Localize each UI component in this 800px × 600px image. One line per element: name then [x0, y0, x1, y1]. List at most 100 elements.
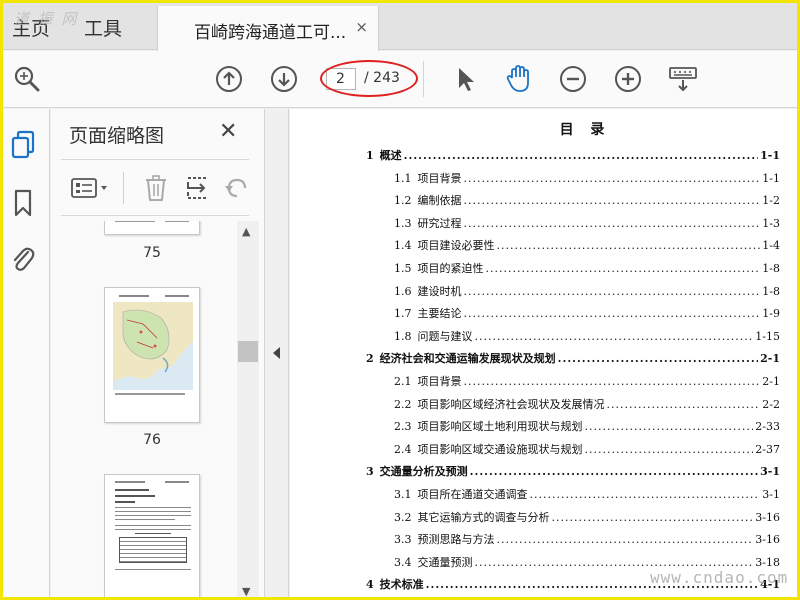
- toc-entry[interactable]: 3.3 预测思路与方法 3-16: [394, 531, 780, 549]
- toc-entry-number: 2.4: [394, 442, 412, 456]
- main-toolbar: 2 / 243: [0, 51, 800, 108]
- toc-entry[interactable]: 2.4 项目影响区域交通设施现状与规划 2-37: [394, 441, 780, 459]
- toc-entry[interactable]: 1.4 项目建设必要性 1-4: [394, 237, 780, 255]
- toc-entry-number: 1.3: [394, 216, 412, 230]
- toc-entry[interactable]: 1.5 项目的紧迫性 1-8: [394, 260, 780, 278]
- zoom-out-icon[interactable]: [558, 64, 588, 94]
- toc-entry[interactable]: 2.3 项目影响区域土地利用现状与规划 2-33: [394, 418, 780, 436]
- toc-entry-text: 项目影响区域交通设施现状与规划: [417, 442, 583, 456]
- thumbnail-page[interactable]: [104, 221, 200, 235]
- toc-entry-page: 3-1: [760, 465, 780, 479]
- toc-entry[interactable]: 2.2 项目影响区域经济社会现状及发展情况 2-2: [394, 396, 780, 414]
- collapse-panel-arrow-icon[interactable]: [273, 347, 280, 359]
- thumbnail-page[interactable]: [104, 474, 200, 600]
- toc-entry[interactable]: 1.6 建设时机 1-8: [394, 283, 780, 301]
- toc-entry[interactable]: 3 交通量分析及预测 3-1: [366, 463, 780, 481]
- toc-entry-text: 交通量分析及预测: [379, 465, 468, 479]
- toc-entry-number: 1.8: [394, 329, 412, 343]
- toc-leader-dots: [558, 352, 758, 365]
- tab-tools[interactable]: 工具: [84, 14, 122, 41]
- highlight-ellipse: [320, 60, 418, 97]
- toc-entry-page: 2-1: [760, 352, 780, 366]
- scroll-down-arrow-icon[interactable]: ▼: [242, 585, 250, 598]
- page-thumbnails-icon[interactable]: [8, 129, 38, 161]
- toc-leader-dots: [470, 465, 758, 478]
- toc-entry-page: 3-18: [755, 555, 780, 569]
- panel-splitter[interactable]: [264, 109, 289, 600]
- rotate-page-icon[interactable]: [223, 173, 249, 203]
- toc-entry[interactable]: 1.2 编制依据 1-2: [394, 192, 780, 210]
- toc-entry-text: 项目背景: [417, 171, 462, 185]
- toc-entry[interactable]: 1.7 主要结论 1-9: [394, 305, 780, 323]
- toc-entry-number: 4: [366, 578, 374, 592]
- toc-leader-dots: [464, 172, 761, 185]
- thumbnail-scrollbar[interactable]: ▲ ▼: [237, 221, 259, 600]
- bookmark-icon[interactable]: [8, 187, 38, 219]
- page-down-icon[interactable]: [269, 64, 299, 94]
- watermark-top-left: 道 振 网: [14, 10, 79, 28]
- toc-leader-dots: [497, 533, 754, 546]
- select-cursor-icon[interactable]: [450, 64, 480, 94]
- toc-entry[interactable]: 3.2 其它运输方式的调查与分析 3-16: [394, 509, 780, 527]
- delete-page-icon[interactable]: [141, 173, 171, 203]
- toc-entry[interactable]: 3.1 项目所在通道交通调查 3-1: [394, 486, 780, 504]
- hand-tool-icon[interactable]: [504, 64, 534, 94]
- toc-leader-dots: [552, 511, 754, 524]
- toc-entry-page: 1-4: [762, 239, 780, 253]
- thumbnail-options-icon[interactable]: [69, 173, 113, 203]
- toc-entry-text: 其它运输方式的调查与分析: [417, 510, 550, 524]
- panel-toolbar: [61, 159, 249, 216]
- toc-leader-dots: [475, 330, 754, 343]
- toc-entry-text: 项目建设必要性: [417, 239, 495, 253]
- search-zoom-icon[interactable]: [12, 64, 42, 94]
- toc-entry[interactable]: 2.1 项目背景 2-1: [394, 373, 780, 391]
- toc-leader-dots: [464, 194, 761, 207]
- tab-document-label: 百崎跨海通道工可...: [194, 23, 347, 43]
- attachment-icon[interactable]: [8, 243, 38, 275]
- insert-page-icon[interactable]: [183, 173, 213, 203]
- toc-leader-dots: [486, 262, 761, 275]
- toc-leader-dots: [464, 285, 761, 298]
- toc-leader-dots: [475, 556, 754, 569]
- toc-entry-text: 项目的紧迫性: [417, 262, 484, 275]
- toc-entry[interactable]: 1 概述 1-1: [366, 147, 780, 165]
- tab-bar: 主页 工具 百崎跨海通道工可... ×: [0, 0, 800, 51]
- keyboard-scroll-icon[interactable]: [668, 64, 698, 94]
- thumbnail-list: 75 76: [51, 221, 264, 600]
- scrollbar-thumb[interactable]: [238, 341, 258, 362]
- toc-leader-dots: [607, 398, 761, 411]
- scroll-up-arrow-icon[interactable]: ▲: [242, 225, 250, 238]
- toc-entry-page: 3-16: [755, 533, 780, 547]
- toc-entry-text: 交通量预测: [417, 555, 473, 569]
- toc-leader-dots: [464, 307, 761, 320]
- toc-entry-text: 项目影响区域土地利用现状与规划: [417, 420, 583, 434]
- zoom-in-icon[interactable]: [613, 64, 643, 94]
- toc-entry-text: 经济社会和交通运输发展现状及规划: [379, 352, 556, 366]
- watermark-bottom-right: www.cndao.com: [650, 568, 789, 587]
- toc-entry-page: 2-37: [755, 442, 780, 456]
- page-up-icon[interactable]: [214, 64, 244, 94]
- toc-leader-dots: [585, 420, 754, 433]
- toc-entry-number: 1: [366, 149, 374, 162]
- toc-entry-number: 1.5: [394, 262, 412, 275]
- thumbnail-page[interactable]: [104, 287, 200, 423]
- toc-entry-page: 1-8: [762, 284, 780, 298]
- tab-close-icon[interactable]: ×: [355, 18, 368, 36]
- toc-leader-dots: [464, 217, 761, 230]
- panel-title: 页面缩略图: [69, 125, 165, 147]
- toc-entry-number: 3: [366, 465, 374, 479]
- toc-entry[interactable]: 1.1 项目背景 1-1: [394, 170, 780, 188]
- toc-leader-dots: [404, 149, 758, 162]
- toc-entry-number: 1.4: [394, 239, 412, 253]
- toc-entry-page: 1-1: [762, 171, 780, 185]
- toc-entry-number: 3.3: [394, 533, 412, 547]
- toc-entry[interactable]: 1.8 问题与建议 1-15: [394, 328, 780, 346]
- toc-entry[interactable]: 1.3 研究过程 1-3: [394, 215, 780, 233]
- toc-entry-text: 编制依据: [417, 194, 462, 208]
- panel-close-icon[interactable]: ✕: [219, 119, 237, 144]
- tab-document[interactable]: 百崎跨海通道工可... ×: [157, 6, 379, 51]
- thumbnail-page-number: 75: [143, 245, 161, 261]
- toc-entry[interactable]: 2 经济社会和交通运输发展现状及规划 2-1: [366, 350, 780, 368]
- toc-entry-number: 1.1: [394, 171, 412, 185]
- toc-entry-text: 主要结论: [417, 307, 462, 321]
